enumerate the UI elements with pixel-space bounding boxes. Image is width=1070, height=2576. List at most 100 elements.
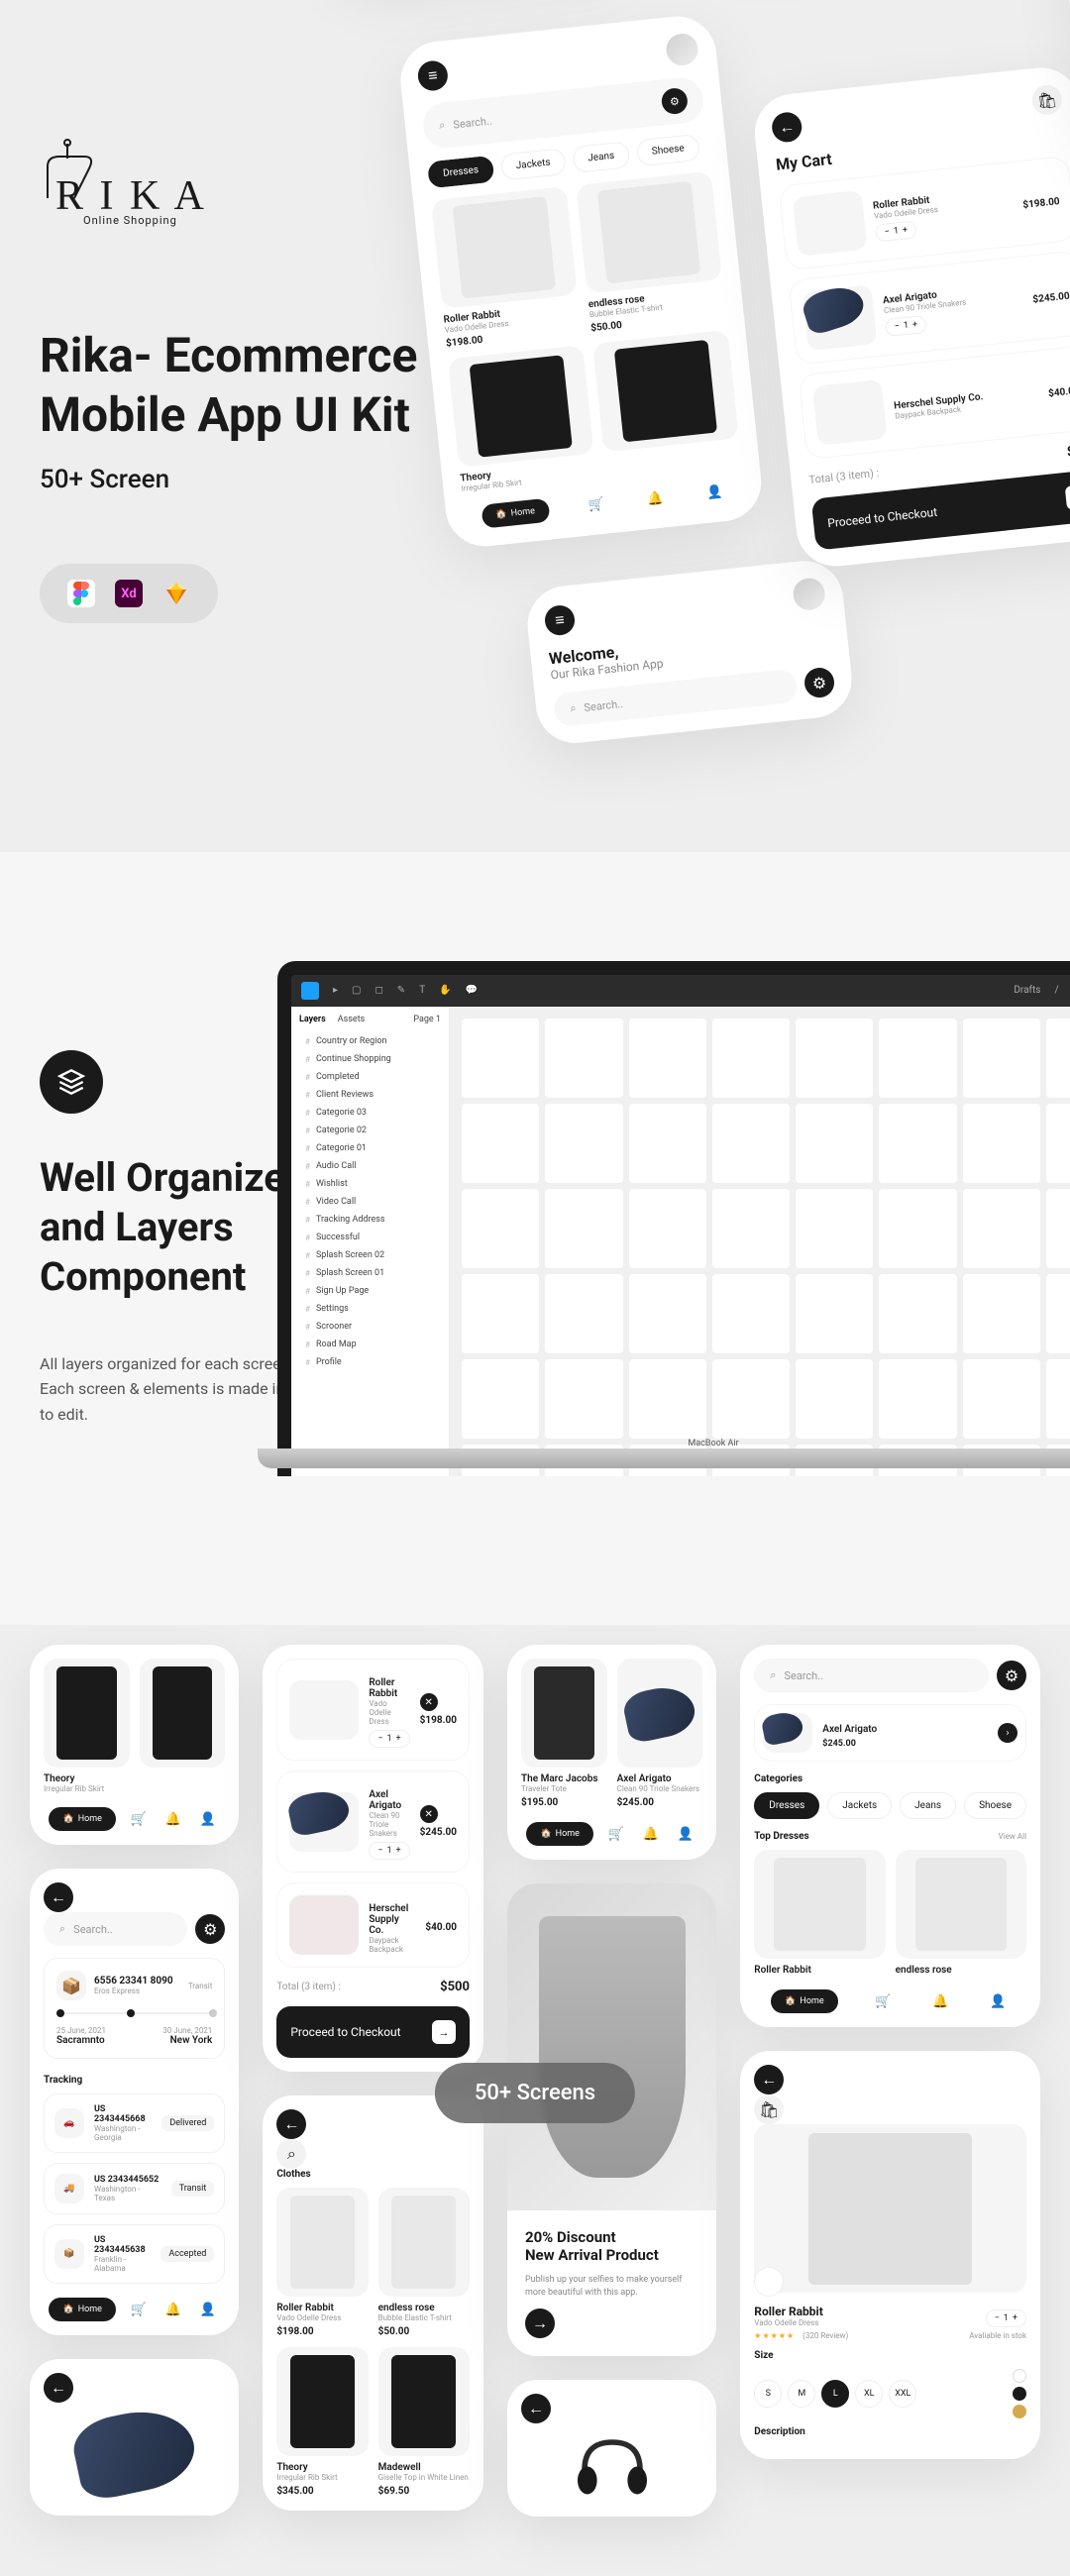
product-card[interactable]: endless rose Bubble Elastic T-shirt $50.… [576,171,726,334]
product-card[interactable]: Theory Irregular Rib Skirt [448,345,596,493]
quantity-stepper[interactable]: −1+ [369,1730,409,1748]
layer-row[interactable]: #Client Reviews [299,1086,441,1104]
nav-profile-icon[interactable]: 👤 [196,1807,220,1831]
nav-bell-icon[interactable]: 🔔 [642,485,668,511]
cart-item[interactable]: Roller Rabbit Vado Odelle Dress −1+ $198… [778,156,1070,270]
nav-profile-icon[interactable]: 👤 [674,1822,697,1846]
avatar[interactable] [665,32,699,66]
layer-row[interactable]: #Scrooner [299,1318,441,1336]
product-card[interactable]: Roller Rabbit Vado Odelle Dress $198.00 [276,2188,368,2337]
nav-profile-icon[interactable]: 👤 [701,480,727,505]
chip-shoes[interactable]: Shoese [636,134,700,166]
layer-row[interactable]: #Video Call [299,1193,441,1211]
tab-assets[interactable]: Assets [338,1015,366,1024]
nav-cart-icon[interactable]: 🛒 [583,491,608,517]
menu-icon[interactable]: ≡ [416,59,449,92]
filter-icon[interactable]: ⚙ [661,87,690,116]
nav-home[interactable]: 🏠 Home [481,498,550,529]
nav-profile-icon[interactable]: 👤 [196,2298,220,2321]
color-option[interactable] [1013,2369,1026,2383]
nav-home[interactable]: 🏠 Home [526,1822,592,1846]
chip[interactable]: Dresses [754,1792,819,1819]
cart-item[interactable]: Roller Rabbit Vado Odelle Dress −1+ ✕ $1… [276,1659,470,1761]
quantity-stepper[interactable]: −1+ [875,220,917,242]
product-card[interactable]: Roller Rabbit [754,1850,885,1976]
bag-icon[interactable]: 🛍 [754,2094,784,2124]
back-icon[interactable]: ← [44,2373,73,2403]
layer-row[interactable]: #Splash Screen 01 [299,1264,441,1282]
layer-row[interactable]: #Audio Call [299,1157,441,1175]
nav-cart-icon[interactable]: 🛒 [604,1822,628,1846]
color-option[interactable] [1013,2387,1026,2401]
quantity-stepper[interactable]: −1+ [885,315,927,337]
search-input[interactable]: ⌕ Search.. [754,1659,989,1692]
layer-row[interactable]: #Successful [299,1229,441,1246]
size-option[interactable]: L [821,2380,849,2408]
product-card[interactable] [592,330,741,479]
tracking-item[interactable]: 🚗 US 2343445668 Washington - Georgia Del… [44,2093,225,2153]
layer-row[interactable]: #Wishlist [299,1175,441,1193]
chip[interactable]: Jackets [827,1792,892,1819]
chip-dresses[interactable]: Dresses [427,156,494,189]
cart-item[interactable]: Herschel Supply Co. Daypack Backpack $40… [798,345,1070,460]
nav-home[interactable]: 🏠 Home [49,2298,115,2321]
quantity-stepper[interactable]: −1+ [986,2309,1026,2327]
back-icon[interactable]: ← [754,2065,784,2094]
back-icon[interactable]: ← [44,1882,73,1912]
layer-row[interactable]: #Profile [299,1353,441,1371]
view-all-link[interactable]: View All [999,1832,1026,1841]
layer-row[interactable]: #Categorie 01 [299,1139,441,1157]
chevron-right-icon[interactable]: › [998,1723,1017,1743]
remove-icon[interactable]: ✕ [420,1805,438,1823]
size-option[interactable]: M [788,2380,815,2408]
search-input[interactable]: ⌕ Search.. [44,1912,187,1946]
nav-profile-icon[interactable]: 👤 [986,1989,1010,2013]
color-option[interactable] [1013,2405,1026,2418]
layer-row[interactable]: #Road Map [299,1336,441,1353]
layer-row[interactable]: #Completed [299,1068,441,1086]
product-card[interactable]: Roller Rabbit Vado Odelle Dress $198.00 [431,186,582,349]
product-card[interactable]: Madewell Giselle Top in White Linen $69.… [378,2347,470,2497]
product-card[interactable]: endless rose Bubble Elastic T-shirt $50.… [378,2188,470,2337]
product-card[interactable] [140,1659,226,1793]
product-card[interactable]: Axel Arigato Clean 90 Triole Snakers $24… [617,1659,703,1808]
size-option[interactable]: XL [855,2380,883,2408]
nav-bell-icon[interactable]: 🔔 [161,2298,185,2321]
nav-bell-icon[interactable]: 🔔 [928,1989,952,2013]
layer-row[interactable]: #Continue Shopping [299,1050,441,1068]
bag-icon[interactable]: 🛍 [1030,83,1063,116]
layer-row[interactable]: #Country or Region [299,1032,441,1050]
product-card[interactable]: endless rose [896,1850,1026,1976]
chip[interactable]: Shoese [964,1792,1026,1819]
nav-cart-icon[interactable]: 🛒 [127,1807,151,1831]
cart-item[interactable]: Herschel Supply Co. Daypack Backpack $40… [276,1882,470,1968]
back-icon[interactable]: ← [521,2394,551,2423]
back-icon[interactable]: ← [771,111,803,144]
tracking-item[interactable]: 🚚 US 2343445652 Washington - Texas Trans… [44,2163,225,2214]
nav-bell-icon[interactable]: 🔔 [639,1822,663,1846]
nav-cart-icon[interactable]: 🛒 [871,1989,895,2013]
quantity-stepper[interactable]: −1+ [369,1842,409,1860]
product-card[interactable]: Theory Irregular Rib Skirt [44,1659,130,1793]
remove-icon[interactable]: ✕ [420,1693,438,1711]
tab-layers[interactable]: Layers [299,1015,326,1024]
filter-button[interactable]: ⚙ [803,667,836,699]
layer-row[interactable]: #Categorie 02 [299,1122,441,1139]
search-result[interactable]: Axel Arigato $245.00 › [754,1704,1026,1762]
layer-row[interactable]: #Sign Up Page [299,1282,441,1300]
nav-home[interactable]: 🏠 Home [49,1807,115,1831]
tracking-item[interactable]: 📦 US 2343445638 Franklin - Alabama Accep… [44,2224,225,2284]
menu-icon[interactable]: ≡ [544,604,577,637]
arrow-right-icon[interactable]: → [525,2308,555,2338]
checkout-button[interactable]: Proceed to Checkout → [276,2006,470,2058]
favorite-icon[interactable]: ♡ [754,2267,784,2297]
chip[interactable]: Jeans [900,1792,956,1819]
filter-icon[interactable]: ⚙ [997,1661,1026,1690]
nav-bell-icon[interactable]: 🔔 [161,1807,185,1831]
layer-row[interactable]: #Categorie 03 [299,1104,441,1122]
size-option[interactable]: S [754,2380,782,2408]
cart-item[interactable]: Axel Arigato Clean 90 Triole Snakers −1+… [276,1771,470,1873]
cart-item[interactable]: Axel Arigato Clean 90 Triole Snakers −1+… [788,250,1070,365]
size-option[interactable]: XXL [889,2380,916,2408]
product-card[interactable]: The Marc Jacobs Traveler Tote $195.00 [521,1659,607,1808]
